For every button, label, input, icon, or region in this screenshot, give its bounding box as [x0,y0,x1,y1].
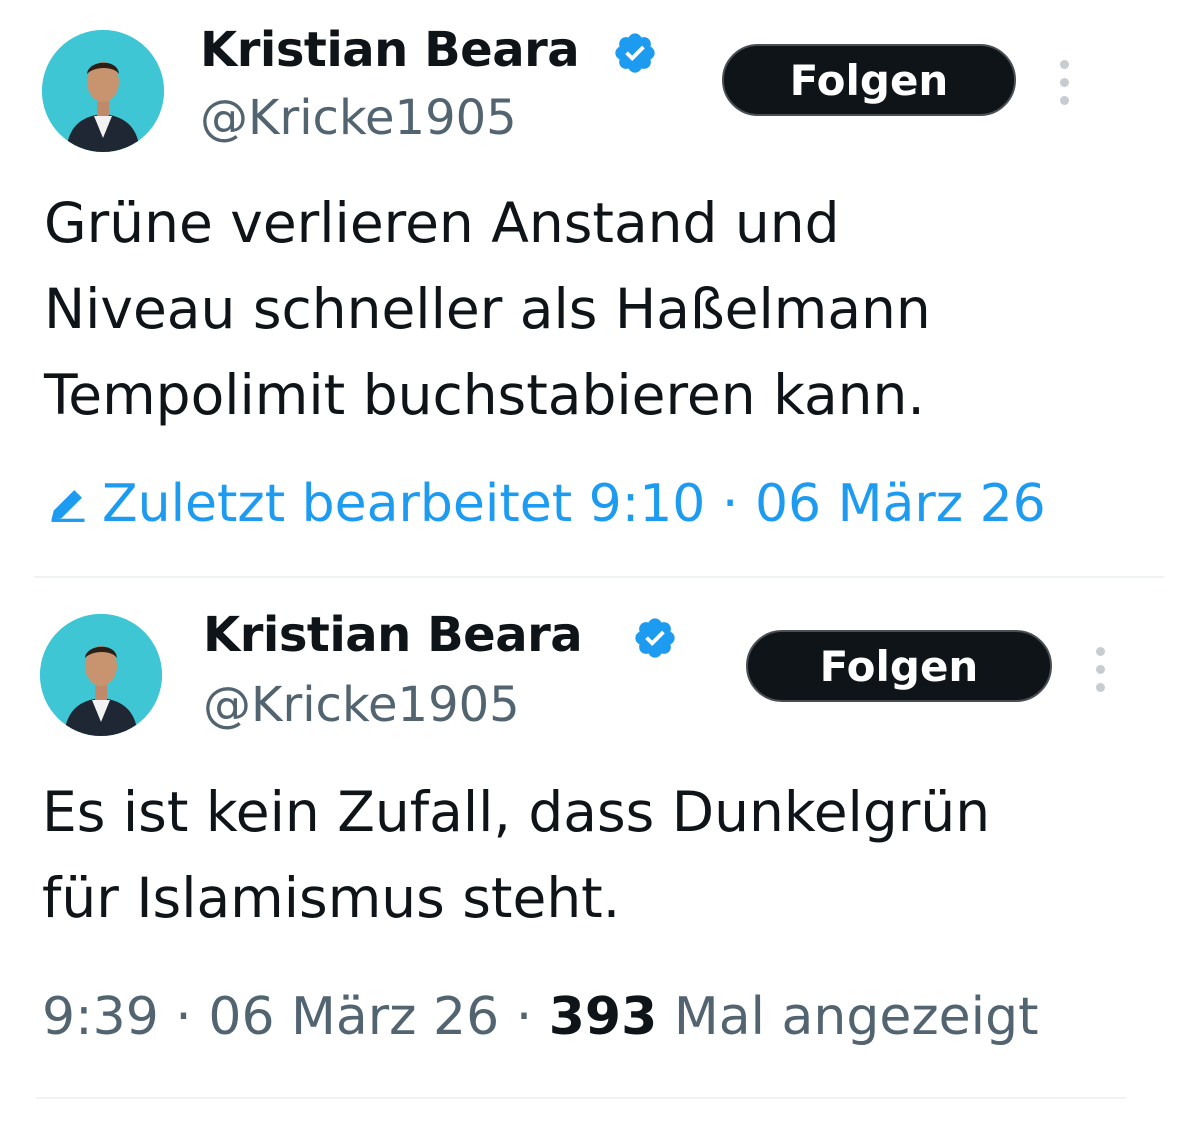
handle[interactable]: @Kricke1905 [203,677,520,733]
avatar-photo [42,30,164,152]
verified-badge-icon [615,33,655,73]
tweet-2[interactable]: Kristian Beara @Kricke1905 Folgen Es ist… [0,585,1200,1133]
views-label: Mal angezeigt [657,987,1039,1047]
edited-label[interactable]: Zuletzt bearbeitet 9:10 · 06 März 26 [102,474,1046,534]
follow-button[interactable]: Folgen [746,630,1052,702]
pencil-icon [51,490,85,522]
divider [34,576,1164,578]
tweet-meta[interactable]: 9:39 · 06 März 26 · 393 Mal angezeigt [42,987,1039,1047]
display-name[interactable]: Kristian Beara [203,607,583,663]
avatar-photo [40,614,162,736]
views-count: 393 [548,987,658,1047]
handle[interactable]: @Kricke1905 [200,90,517,146]
avatar[interactable] [40,614,162,736]
divider [36,1097,1126,1099]
more-options-icon[interactable] [1058,60,1070,106]
edited-indicator[interactable]: Zuletzt bearbeitet 9:10 · 06 März 26 [46,474,1046,534]
more-options-icon[interactable] [1094,647,1106,693]
follow-button[interactable]: Folgen [722,44,1016,116]
tweet-text: Grüne verlieren Anstand und Niveau schne… [44,191,931,427]
display-name[interactable]: Kristian Beara [200,22,580,78]
verified-badge-icon [635,618,675,658]
tweet-1[interactable]: Kristian Beara @Kricke1905 Folgen Grüne … [0,0,1200,580]
tweet-text: Es ist kein Zufall, dass Dunkelgrün für … [42,780,991,930]
avatar[interactable] [42,30,164,152]
tweet-timestamp[interactable]: 9:39 · 06 März 26 · [42,987,549,1047]
